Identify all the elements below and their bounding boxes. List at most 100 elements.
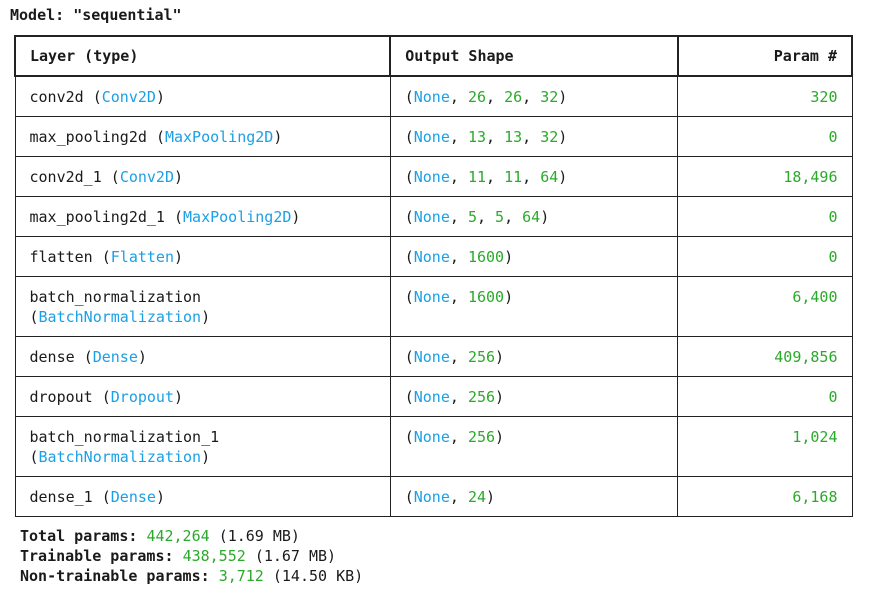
comma: , [486, 128, 505, 146]
shape-dim: 5 [495, 208, 505, 226]
paren: ) [201, 448, 211, 466]
comma: , [449, 488, 468, 506]
layer-name: conv2d [29, 88, 84, 106]
model-title: Model: "sequential" [10, 4, 182, 26]
comma: , [522, 88, 541, 106]
paren: ) [540, 208, 550, 226]
comma: , [522, 168, 541, 186]
paren: ( [83, 348, 93, 366]
paren: ) [174, 388, 184, 406]
layer-name: conv2d_1 [29, 168, 102, 186]
header-output-shape: Output Shape [389, 35, 679, 77]
shape-dim: 26 [467, 88, 486, 106]
paren: ( [404, 348, 414, 366]
param-count-cell: 0 [677, 376, 853, 417]
shape-none: None [413, 488, 450, 506]
model-label: Model: [10, 6, 65, 24]
paren: ) [155, 488, 165, 506]
paren: ) [201, 308, 211, 326]
param-count-cell: 320 [677, 75, 853, 117]
layer-cell: dropout (Dropout) [14, 376, 391, 417]
shape-dim: 11 [504, 168, 523, 186]
paren: ( [29, 448, 39, 466]
paren: ) [558, 128, 568, 146]
param-count-cell: 18,496 [677, 156, 853, 197]
comma: , [449, 388, 468, 406]
paren: ( [404, 488, 414, 506]
param-count-cell: 1,024 [677, 416, 853, 477]
shape-dim: 1600 [467, 288, 505, 306]
layer-type: Conv2D [101, 88, 156, 106]
output-shape-cell: (None, 26, 26, 32) [389, 75, 679, 117]
shape-none: None [413, 88, 450, 106]
comma: , [449, 248, 468, 266]
paren: ) [155, 88, 165, 106]
output-shape-cell: (None, 5, 5, 64) [389, 196, 679, 237]
paren: ) [495, 388, 505, 406]
shape-dim: 256 [467, 348, 496, 366]
shape-dim: 256 [467, 388, 496, 406]
table-row: batch_normalization (BatchNormalization)(… [14, 276, 853, 337]
paren: ( [174, 208, 184, 226]
comma: , [449, 88, 468, 106]
layer-type: Dropout [110, 388, 174, 406]
comma: , [449, 288, 468, 306]
shape-none: None [413, 348, 450, 366]
paren: ( [29, 308, 39, 326]
param-totals: Total params: 442,264 (1.69 MB) Trainabl… [20, 526, 363, 586]
layer-cell: batch_normalization (BatchNormalization) [14, 276, 391, 337]
output-shape-cell: (None, 24) [389, 476, 679, 517]
paren: ( [404, 288, 414, 306]
trainable-params-label: Trainable params: [20, 547, 174, 565]
param-count-cell: 0 [677, 236, 853, 277]
layer-name: batch_normalization [29, 288, 202, 306]
comma: , [449, 128, 468, 146]
paren: ( [101, 488, 111, 506]
layer-name: max_pooling2d [29, 128, 147, 146]
layer-cell: dense_1 (Dense) [14, 476, 391, 517]
comma: , [522, 128, 541, 146]
non-trainable-params-label: Non-trainable params: [20, 567, 210, 585]
layer-cell: conv2d (Conv2D) [14, 75, 391, 117]
layer-name: dense [29, 348, 75, 366]
table-row: dense_1 (Dense) (None, 24) 6,168 [14, 476, 853, 517]
paren: ) [495, 348, 505, 366]
paren: ( [155, 128, 165, 146]
paren: ( [404, 388, 414, 406]
paren: ( [404, 248, 414, 266]
paren: ) [504, 248, 514, 266]
comma: , [486, 88, 505, 106]
table-row: flatten (Flatten) (None, 1600) 0 [14, 236, 853, 277]
total-params-line: Total params: 442,264 (1.69 MB) [20, 526, 363, 546]
paren: ( [101, 388, 111, 406]
table-row: max_pooling2d_1 (MaxPooling2D) (None, 5, … [14, 196, 853, 237]
total-params-value: 442,264 [146, 527, 210, 545]
param-count-cell: 6,400 [677, 276, 853, 337]
paren: ) [558, 88, 568, 106]
model-name: "sequential" [73, 6, 182, 24]
table-row: conv2d (Conv2D) (None, 26, 26, 32) 320 [14, 75, 853, 117]
paren: ) [291, 208, 301, 226]
layer-name: dense_1 [29, 488, 93, 506]
paren: ) [504, 288, 514, 306]
param-count-cell: 409,856 [677, 336, 853, 377]
model-summary-table: Layer (type) Output Shape Param # conv2d… [13, 35, 854, 517]
table-body: conv2d (Conv2D) (None, 26, 26, 32) 320 max_… [14, 75, 853, 517]
shape-dim: 13 [504, 128, 523, 146]
layer-type: Dense [110, 488, 156, 506]
layer-type: Conv2D [119, 168, 174, 186]
paren: ) [174, 248, 184, 266]
layer-type: MaxPooling2D [164, 128, 274, 146]
paren: ( [404, 168, 414, 186]
trainable-params-value: 438,552 [182, 547, 246, 565]
param-count-cell: 0 [677, 116, 853, 157]
paren: ) [486, 488, 496, 506]
shape-dim: 5 [467, 208, 477, 226]
paren: ) [174, 168, 184, 186]
comma: , [449, 208, 468, 226]
table-row: max_pooling2d (MaxPooling2D) (None, 13, 1… [14, 116, 853, 157]
shape-dim: 1600 [467, 248, 505, 266]
layer-cell: batch_normalization_1 (BatchNormalization… [14, 416, 391, 477]
shape-dim: 32 [540, 88, 559, 106]
layer-cell: dense (Dense) [14, 336, 391, 377]
